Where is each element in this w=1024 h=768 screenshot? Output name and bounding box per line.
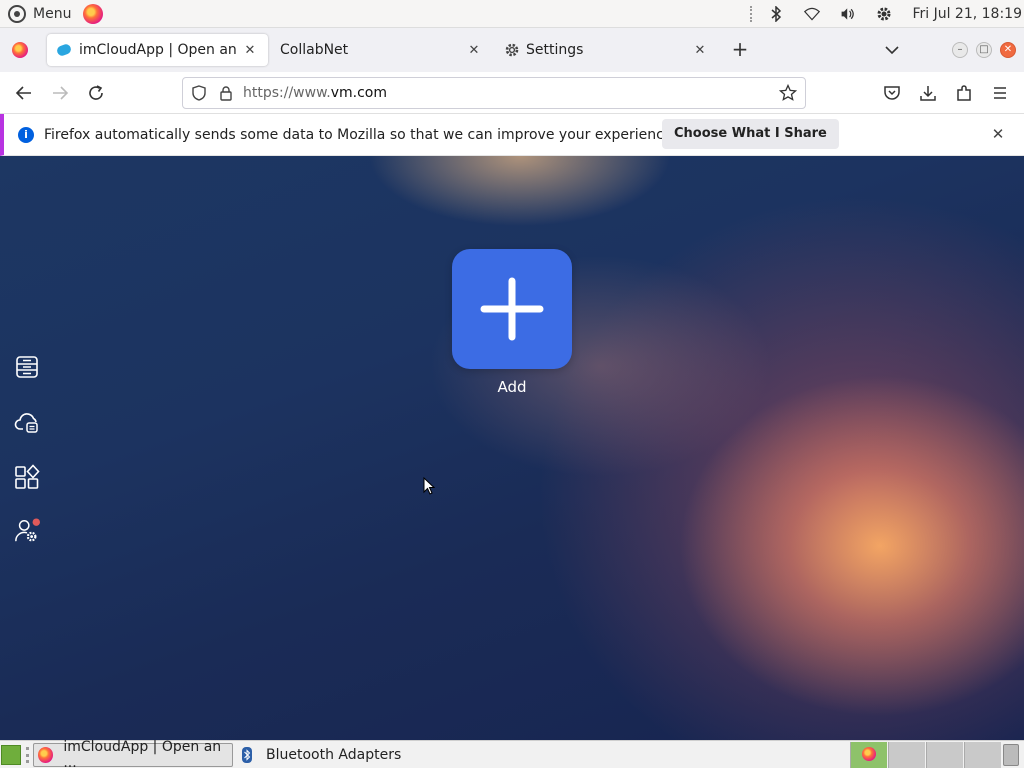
close-window-button[interactable]: ✕ — [1000, 42, 1016, 58]
workspace-4[interactable] — [964, 742, 1001, 768]
taskbar-item-label: imCloudApp | Open an ... — [63, 739, 222, 768]
workspace-1[interactable] — [850, 742, 887, 768]
tab-title: Settings — [526, 42, 584, 58]
apps-icon[interactable] — [14, 464, 40, 490]
add-button[interactable] — [452, 249, 572, 369]
close-tab-icon[interactable]: ✕ — [692, 43, 708, 58]
back-arrow-icon[interactable] — [13, 82, 35, 104]
tab-imcloudapp[interactable]: imCloudApp | Open an e ✕ — [47, 34, 268, 66]
new-tab-plus-icon[interactable]: + — [730, 39, 750, 60]
menu-label[interactable]: Menu — [33, 6, 71, 22]
bookmark-star-icon[interactable] — [779, 84, 797, 102]
lock-icon[interactable] — [219, 85, 233, 101]
hamburger-menu-icon[interactable] — [989, 82, 1011, 104]
firefox-icon — [38, 747, 54, 763]
workspace-3[interactable] — [926, 742, 963, 768]
taskbar-item-label: Bluetooth Adapters — [266, 747, 402, 763]
reload-icon[interactable] — [85, 82, 107, 104]
web-content: Add — [0, 156, 1024, 740]
user-settings-icon[interactable] — [14, 518, 40, 544]
taskbar-item-firefox[interactable]: imCloudApp | Open an ... — [33, 739, 233, 768]
bluetooth-icon[interactable] — [768, 6, 784, 22]
downloads-icon[interactable] — [917, 82, 939, 104]
settings-gear-icon[interactable] — [876, 6, 892, 22]
close-tab-icon[interactable]: ✕ — [242, 43, 258, 58]
tab-strip: imCloudApp | Open an e ✕ CollabNet ✕ Set… — [0, 28, 1024, 72]
taskbar-grip — [26, 747, 29, 763]
tracking-shield-icon[interactable] — [191, 85, 207, 101]
system-top-bar: Menu Fri Jul 21, 18:19 — [0, 0, 1024, 28]
notification-message: Firefox automatically sends some data to… — [44, 126, 677, 143]
close-notification-icon[interactable]: ✕ — [990, 126, 1006, 142]
tray-separator — [750, 6, 754, 22]
clock[interactable]: Fri Jul 21, 18:19 — [912, 6, 1022, 22]
url-text[interactable]: https://www.vm.com — [243, 85, 779, 101]
trash-icon[interactable] — [1003, 744, 1019, 766]
url-prefix: https://www. — [243, 85, 331, 101]
tab-title: CollabNet — [280, 42, 349, 58]
forward-arrow-icon[interactable] — [49, 82, 71, 104]
storage-icon[interactable] — [14, 354, 40, 380]
show-desktop-icon[interactable] — [1, 745, 21, 765]
notification-badge — [32, 518, 40, 526]
wifi-icon[interactable] — [804, 6, 821, 22]
cloud-server-icon[interactable] — [14, 409, 40, 435]
tab-collabnet[interactable]: CollabNet ✕ — [270, 34, 492, 66]
data-collection-notification: i Firefox automatically sends some data … — [0, 114, 1024, 156]
workspace-2[interactable] — [888, 742, 925, 768]
add-label: Add — [497, 378, 527, 396]
plus-icon — [480, 277, 544, 341]
firefox-launcher-icon[interactable] — [83, 3, 104, 24]
list-all-tabs-chevron-icon[interactable] — [882, 40, 902, 60]
tab-title: imCloudApp | Open an e — [79, 42, 242, 58]
minimize-window-button[interactable]: – — [952, 42, 968, 58]
taskbar-item-bluetooth[interactable]: Bluetooth Adapters — [238, 743, 438, 767]
firefox-view-icon[interactable] — [12, 42, 28, 58]
info-icon: i — [18, 126, 34, 143]
cloud-favicon-icon — [55, 42, 73, 58]
tab-settings[interactable]: Settings ✕ — [494, 34, 718, 66]
close-tab-icon[interactable]: ✕ — [466, 43, 482, 58]
maximize-window-button[interactable]: □ — [976, 42, 992, 58]
url-bar[interactable]: https://www.vm.com — [182, 77, 806, 109]
gear-icon — [505, 43, 519, 57]
bluetooth-adapter-icon — [242, 747, 252, 763]
bottom-taskbar: imCloudApp | Open an ... Bluetooth Adapt… — [0, 739, 1024, 768]
extensions-puzzle-icon[interactable] — [953, 82, 975, 104]
url-host: vm.com — [330, 85, 387, 101]
navigation-toolbar: https://www.vm.com — [0, 72, 1024, 114]
pocket-icon[interactable] — [881, 82, 903, 104]
volume-icon[interactable] — [840, 6, 856, 22]
mouse-cursor-icon — [423, 477, 435, 495]
choose-what-i-share-button[interactable]: Choose What I Share — [662, 119, 839, 149]
ubuntu-menu-icon[interactable] — [8, 4, 26, 23]
firefox-icon — [862, 747, 876, 761]
